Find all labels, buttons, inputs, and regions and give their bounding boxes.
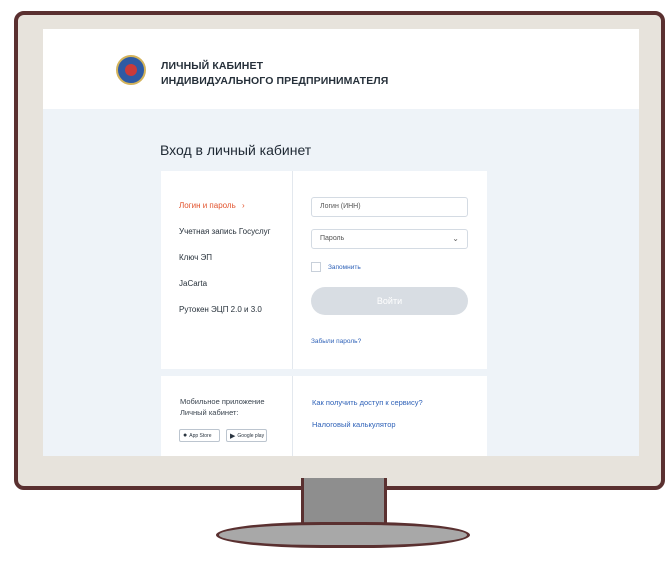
mobile-app-text: Мобильное приложение Личный кабинет: <box>180 396 290 418</box>
login-form: Логин (ИНН) Пароль ⌄ Запомнить Войти Заб… <box>311 197 468 345</box>
screen: ЛИЧНЫЙ КАБИНЕТ ИНДИВИДУАЛЬНОГО ПРЕДПРИНИ… <box>43 29 639 456</box>
mobile-line-2: Личный кабинет: <box>180 408 239 417</box>
google-play-label: Google play <box>237 432 265 439</box>
chevron-down-icon[interactable]: ⌄ <box>452 234 459 243</box>
password-placeholder: Пароль <box>320 235 345 242</box>
google-play-icon: ▶ <box>230 432 236 440</box>
site-header: ЛИЧНЫЙ КАБИНЕТ ИНДИВИДУАЛЬНОГО ПРЕДПРИНИ… <box>43 29 639 109</box>
app-store-label: App Store <box>189 432 212 439</box>
method-login-password[interactable]: Логин и пароль › <box>179 201 271 211</box>
brand-title[interactable]: ЛИЧНЫЙ КАБИНЕТ ИНДИВИДУАЛЬНОГО ПРЕДПРИНИ… <box>161 59 388 89</box>
app-store-badge[interactable]: ● App Store <box>179 429 220 442</box>
password-field[interactable]: Пароль ⌄ <box>311 229 468 249</box>
login-card: Логин и пароль › Учетная запись Госуслуг… <box>161 171 487 369</box>
chevron-right-icon: › <box>242 201 245 210</box>
login-methods: Логин и пароль › Учетная запись Госуслуг… <box>179 201 271 331</box>
google-play-badge[interactable]: ▶ Google play <box>226 429 267 442</box>
method-jacarta[interactable]: JaCarta <box>179 279 271 289</box>
monitor-stand-base <box>216 522 470 548</box>
method-ep-key[interactable]: Ключ ЭП <box>179 253 271 263</box>
login-button[interactable]: Войти <box>311 287 468 315</box>
forgot-password-link[interactable]: Забыли пароль? <box>311 338 468 345</box>
card-divider <box>292 376 293 456</box>
access-link[interactable]: Как получить доступ к сервису? <box>312 398 423 407</box>
info-card: Мобильное приложение Личный кабинет: ● A… <box>161 376 487 456</box>
remember-row: Запомнить <box>311 261 468 273</box>
brand-line-2: ИНДИВИДУАЛЬНОГО ПРЕДПРИНИМАТЕЛЯ <box>161 75 389 87</box>
mobile-line-1: Мобильное приложение <box>180 397 265 406</box>
remember-checkbox[interactable] <box>311 262 321 272</box>
remember-label[interactable]: Запомнить <box>328 264 361 271</box>
login-placeholder: Логин (ИНН) <box>320 203 361 210</box>
brand-line-1: ЛИЧНЫЙ КАБИНЕТ <box>161 60 264 72</box>
card-divider <box>292 171 293 369</box>
emblem-icon[interactable] <box>116 55 146 85</box>
page-title: Вход в личный кабинет <box>160 142 312 158</box>
method-rutoken[interactable]: Рутокен ЭЦП 2.0 и 3.0 <box>179 305 271 315</box>
store-badges: ● App Store ▶ Google play <box>179 429 273 442</box>
apple-icon: ● <box>183 432 188 439</box>
method-label: Логин и пароль <box>179 201 236 210</box>
calculator-link[interactable]: Налоговый калькулятор <box>312 420 396 429</box>
monitor-frame: ЛИЧНЫЙ КАБИНЕТ ИНДИВИДУАЛЬНОГО ПРЕДПРИНИ… <box>14 11 665 490</box>
login-field[interactable]: Логин (ИНН) <box>311 197 468 217</box>
method-gosuslugi[interactable]: Учетная запись Госуслуг <box>179 227 271 237</box>
